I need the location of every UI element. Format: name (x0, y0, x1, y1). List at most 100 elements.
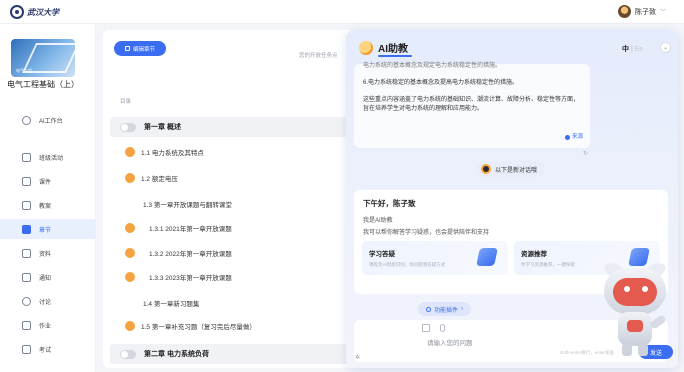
task-point-icon (125, 173, 135, 183)
settings-icon[interactable]: ✲ (355, 354, 360, 361)
sidebar-item-label: 班级活动 (39, 155, 64, 162)
task-point-note: 您的开放任务点 (299, 53, 338, 59)
sidebar-item-homework[interactable]: 作业 (0, 315, 96, 335)
refresh-icon[interactable]: ↻ (583, 150, 588, 157)
source-link[interactable]: 来源 (565, 133, 583, 142)
folder-icon (22, 248, 31, 258)
section-item[interactable]: 1.2 额定电压 (125, 173, 178, 183)
section-item[interactable]: 1.1 电力系统及其特点 (125, 147, 204, 157)
section-title: 1.3.2 2022年第一章开放课题 (149, 251, 232, 258)
edit-icon (124, 46, 130, 51)
sidebar-item-class-activity[interactable]: 班级活动 (0, 147, 96, 167)
task-point-icon (125, 321, 135, 331)
sidebar-item-exam[interactable]: 考试 (0, 339, 96, 359)
sidebar-item-materials[interactable]: 资料 (0, 243, 96, 263)
section-title: 1.3.3 2023年第一章开放课题 (149, 275, 232, 282)
robot-arm (649, 314, 667, 330)
lang-en[interactable]: En (635, 46, 644, 53)
user-name: 陈子致 (634, 8, 656, 16)
chevron-right-icon: › (461, 306, 464, 312)
chapter-icon (22, 224, 31, 234)
task-point-icon (125, 147, 135, 157)
message-line: 这些重点内容涵盖了电力系统的基础知识、潮流计算、故障分析、稳定性等方面，旨在培养… (363, 97, 580, 112)
new-conversation-label: 以下是新对话哦 (495, 167, 538, 174)
section-item[interactable]: 1.5 第一章补充习题（复习完后尽量做） (125, 321, 256, 331)
section-item[interactable]: 1.3 第一章开放课题与翻转课堂 (143, 199, 232, 209)
image-icon[interactable] (422, 324, 430, 332)
edit-chapter-button[interactable]: 编辑章节 (114, 41, 166, 56)
homework-icon (22, 320, 31, 330)
feature-title: 资源推荐 (521, 251, 547, 258)
feature-description: 课程及AI智能识别，你问题我答疑方式 (369, 262, 446, 267)
robot-belly (627, 320, 643, 332)
university-logo[interactable]: 武汉大学 (10, 5, 59, 19)
ai-mascot-icon (359, 41, 373, 55)
ai-robot-mascot[interactable] (600, 258, 672, 358)
feature-description: 你学习资源推荐，一键探索 (521, 262, 575, 267)
sidebar-item-discussion[interactable]: 讨论 (0, 291, 96, 311)
sidebar-item-label: 作业 (39, 323, 52, 330)
chapter-title: 第二章 电力系统负荷 (144, 351, 209, 358)
collapse-icon[interactable]: ⌄ (660, 42, 671, 53)
lang-cn[interactable]: 中 (622, 46, 629, 53)
robot-eye (642, 286, 648, 292)
user-menu[interactable]: 陈子致 ﹀ (617, 5, 666, 18)
chapter-row[interactable]: 第二章 电力系统负荷 (110, 344, 350, 364)
top-bar: 武汉大学 陈子致 ﹀ (0, 0, 684, 24)
sidebar-item-courseware[interactable]: 课件 (0, 171, 96, 191)
chapter-title: 第一章 概述 (144, 124, 181, 131)
ai-workbench-icon (22, 115, 31, 125)
course-cover[interactable]: 电气工程 (11, 39, 75, 77)
ai-panel-title: AI助教 (378, 44, 408, 55)
section-title: 1.3.1 2021年第一章开放课题 (149, 226, 232, 233)
task-point-icon (125, 223, 135, 233)
greeting-intro: 我是AI助教 (363, 218, 393, 224)
new-conversation-divider: 以下是新对话哦 (476, 161, 546, 177)
sidebar-item-lesson-plan[interactable]: 教案 (0, 195, 96, 215)
sidebar-item-label: 课件 (39, 179, 52, 186)
ai-message: 电力系统的基本概念及规定电力系统稳定性的措施。 6.电力系统稳定的基本概念及提高… (354, 63, 590, 148)
section-item[interactable]: 1.3.3 2023年第一章开放课题 (125, 272, 232, 282)
chapter-row[interactable]: 第一章 概述 (110, 117, 350, 137)
message-clipped-line: 电力系统的基本概念及规定电力系统稳定性的措施。 (363, 63, 502, 69)
function-plugin-label: 功能插件 (434, 307, 459, 314)
feature-title: 学习答疑 (369, 251, 395, 258)
sidebar-item-chapter[interactable]: 章节 (0, 219, 96, 239)
section-item[interactable]: 1.3.1 2021年第一章开放课题 (125, 223, 232, 233)
task-point-icon (125, 272, 135, 282)
lang-separator: | (630, 46, 633, 53)
search-icon (426, 306, 431, 312)
function-plugin-button[interactable]: 功能插件 › (418, 302, 472, 316)
chapter-toggle[interactable] (120, 349, 136, 359)
courseware-icon (22, 176, 31, 186)
feature-card-qa[interactable]: 学习答疑 课程及AI智能识别，你问题我答疑方式 (362, 241, 508, 275)
question-input[interactable]: 请输入您的问题 (427, 337, 473, 347)
microphone-icon[interactable] (440, 324, 445, 332)
language-switch[interactable]: 中 | En (622, 44, 643, 54)
sidebar-item-label: AI工作台 (39, 118, 63, 125)
sidebar-item-ai-workbench[interactable]: AI工作台 (0, 110, 96, 130)
avatar (617, 5, 631, 18)
sidebar-item-label: 章节 (39, 227, 52, 234)
section-title: 1.4 第一章新习题集 (143, 301, 200, 308)
chapter-toggle[interactable] (120, 122, 136, 132)
edit-chapter-label: 编辑章节 (132, 46, 155, 53)
chevron-down-icon: ﹀ (659, 10, 666, 16)
source-label: 来源 (571, 134, 583, 140)
university-emblem-icon (10, 5, 24, 19)
sidebar-item-notice[interactable]: 通知 (0, 267, 96, 287)
greeting-title: 下午好，陈子致 (363, 199, 416, 208)
section-title: 1.1 电力系统及其特点 (141, 150, 204, 157)
ai-panel-header: AI助教 中 | En ⌄ (346, 30, 678, 66)
toc-label: 目录 (120, 99, 132, 105)
section-item[interactable]: 1.4 第一章新习题集 (143, 298, 199, 308)
sidebar-item-label: 通知 (39, 275, 52, 282)
lesson-plan-icon (22, 200, 31, 210)
sidebar: 电气工程 电气工程基础（上） AI工作台 班级活动 课件 教案 章节 资料 通知… (0, 24, 96, 372)
robot-leg (638, 344, 648, 356)
discussion-icon (22, 296, 31, 306)
section-title: 1.5 第一章补充习题（复习完后尽量做） (141, 324, 256, 331)
grid-icon (22, 152, 31, 162)
robot-eye (624, 286, 630, 292)
section-item[interactable]: 1.3.2 2022年第一章开放课题 (125, 248, 232, 258)
